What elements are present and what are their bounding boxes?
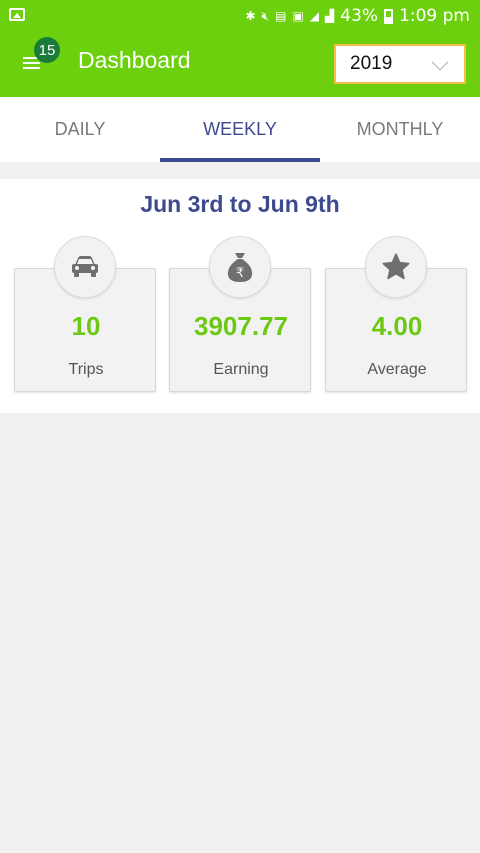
trips-label: Trips xyxy=(68,361,104,378)
summary-panel: Jun 3rd to Jun 9th 10 Trips 3907.77 Earn… xyxy=(0,179,480,413)
app-bar: 15 Dashboard 2019 xyxy=(0,32,480,97)
earning-label: Earning xyxy=(213,361,269,378)
battery-icon xyxy=(384,8,394,24)
lte-signal-icon: ◢ xyxy=(309,9,320,23)
chevron-down-icon xyxy=(431,53,449,71)
date-range: Jun 3rd to Jun 9th xyxy=(140,191,340,217)
gallery-icon xyxy=(9,8,25,21)
trips-value: 10 xyxy=(71,311,101,341)
car-icon xyxy=(54,236,116,298)
signal-icon: ▟ xyxy=(325,9,335,23)
battery-percent: 43% xyxy=(340,6,379,26)
status-icons: ✱ 🔇︎ ▤ ▣ ◢ ▟ 43% 1:09 pm xyxy=(245,6,470,26)
period-tabs: DAILY WEEKLY MONTHLY xyxy=(0,97,480,162)
average-value: 4.00 xyxy=(371,311,423,341)
clock: 1:09 pm xyxy=(399,6,470,26)
mute-icon: 🔇︎ xyxy=(261,9,270,23)
year-select[interactable]: 2019 xyxy=(334,44,466,84)
tab-daily[interactable]: DAILY xyxy=(0,97,160,162)
star-icon xyxy=(365,236,427,298)
money-bag-icon: ₹ xyxy=(209,236,271,298)
sim-icon: ▣ xyxy=(292,9,304,23)
volte-icon: ▤ xyxy=(275,9,287,23)
year-select-value: 2019 xyxy=(350,53,393,74)
average-label: Average xyxy=(367,361,427,378)
status-bar: ✱ 🔇︎ ▤ ▣ ◢ ▟ 43% 1:09 pm xyxy=(0,0,480,32)
tab-monthly[interactable]: MONTHLY xyxy=(320,97,480,162)
svg-text:₹: ₹ xyxy=(236,266,244,281)
earning-value: 3907.77 xyxy=(194,311,288,341)
bluetooth-icon: ✱ xyxy=(245,9,256,23)
page-title: Dashboard xyxy=(78,47,191,73)
tab-weekly[interactable]: WEEKLY xyxy=(160,97,320,162)
notification-badge: 15 xyxy=(34,37,60,63)
